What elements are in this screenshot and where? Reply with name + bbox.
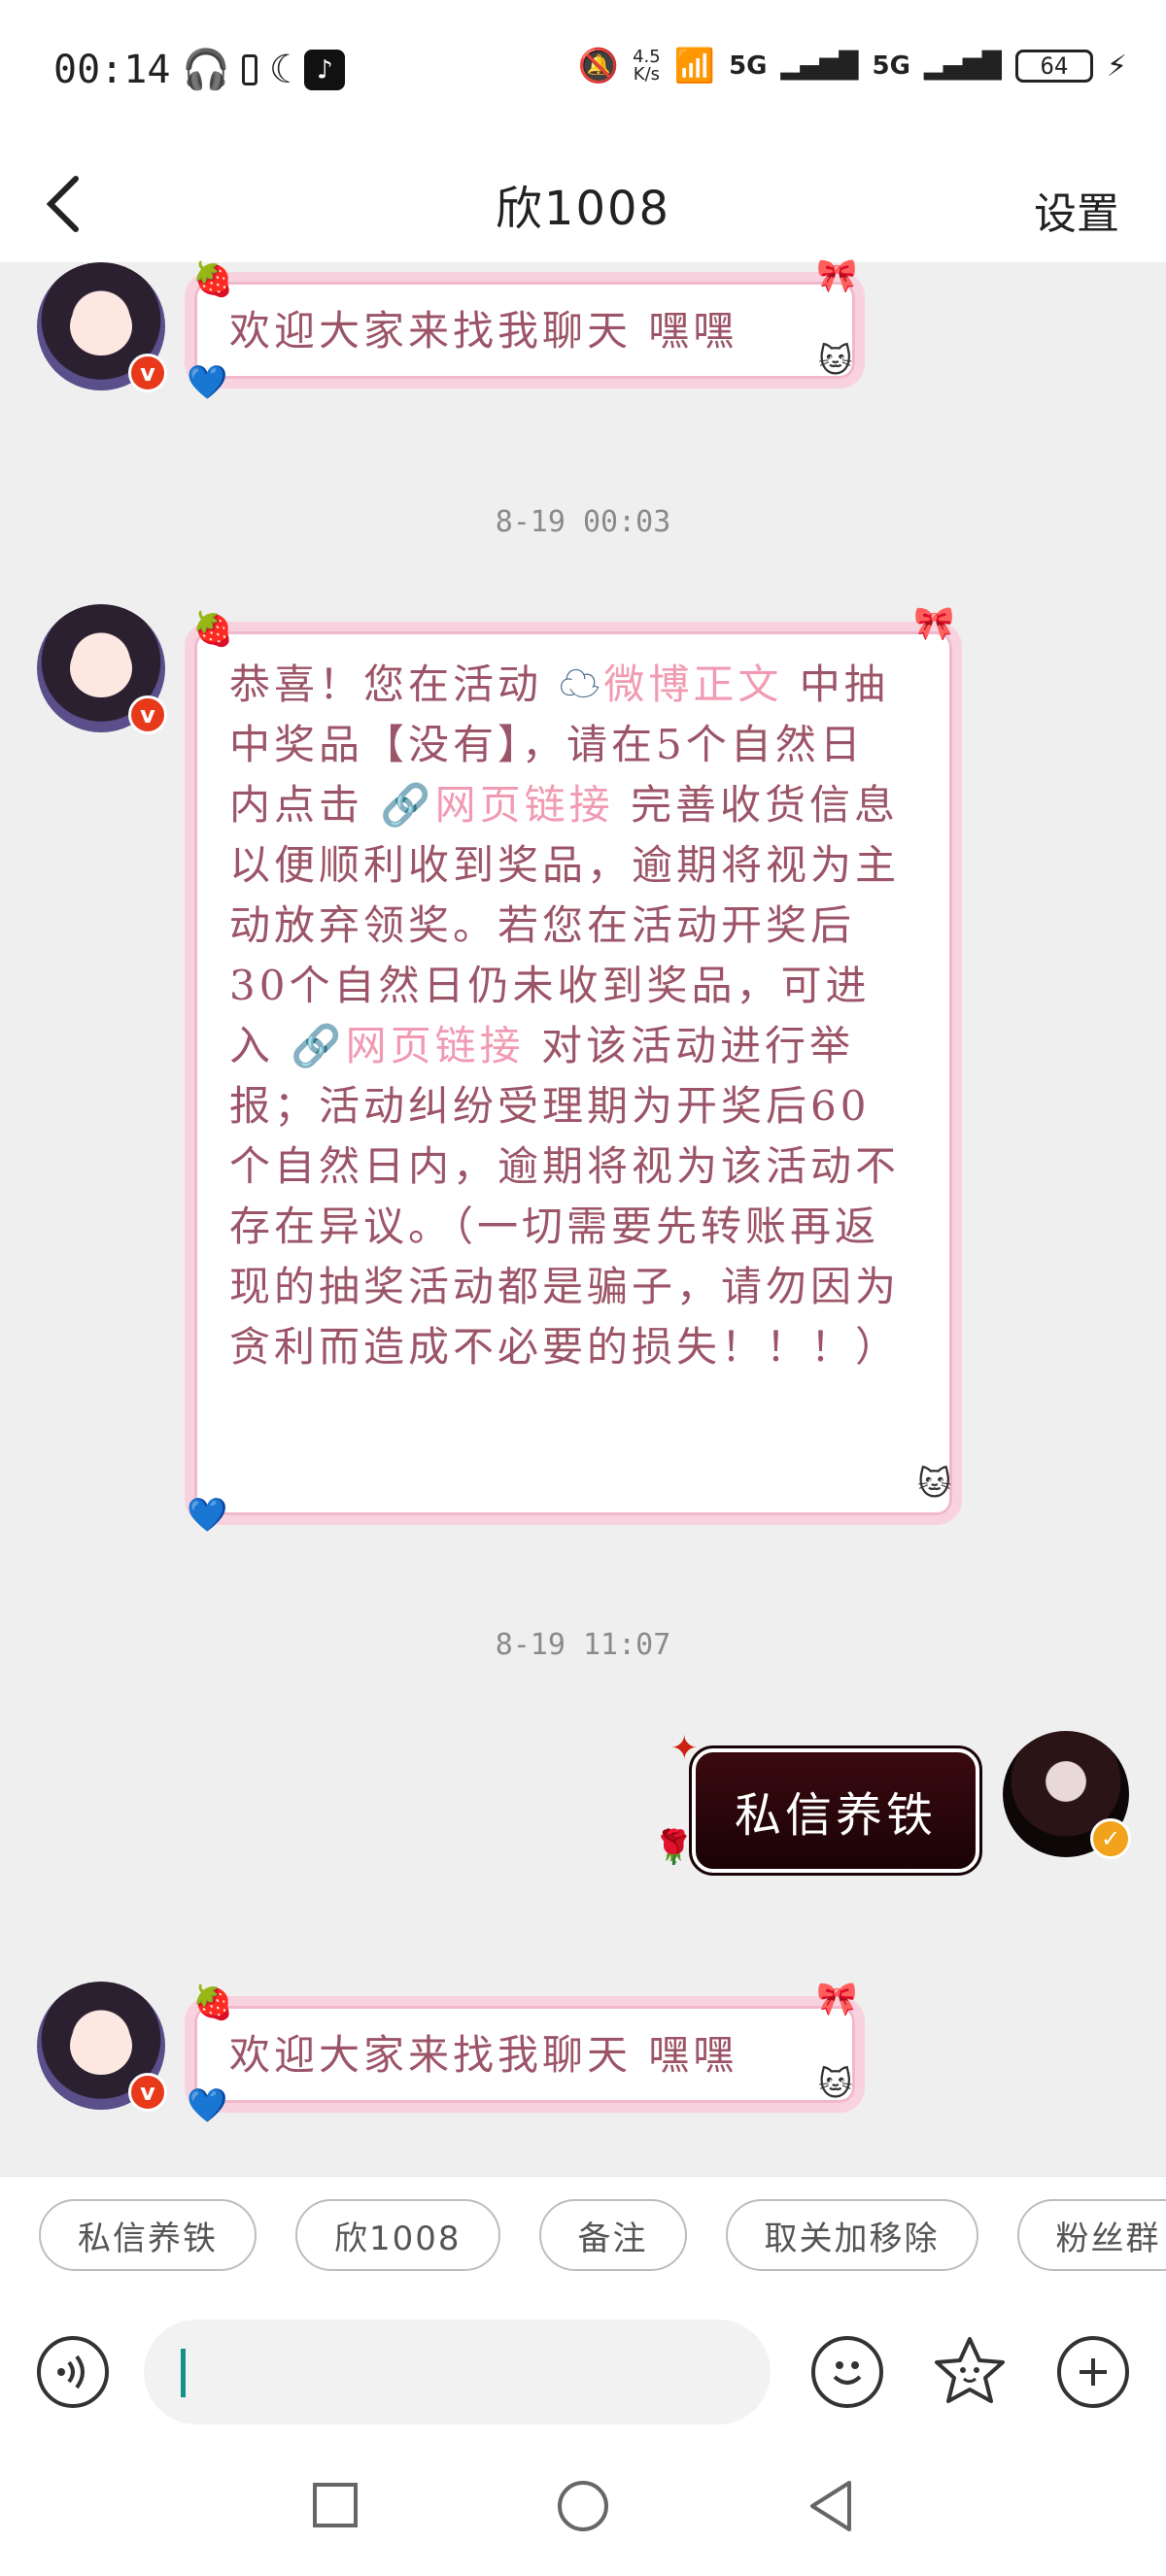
system-nav-bar	[0, 2438, 1166, 2576]
link-icon: 🔗	[380, 781, 435, 829]
moon-icon: ☾	[269, 47, 293, 92]
webpage-link[interactable]: 🔗网页链接	[380, 781, 613, 829]
my-avatar[interactable]: ✓	[1003, 1731, 1131, 1859]
message-text: 私信养铁	[734, 1788, 937, 1843]
bow-icon: 🎀	[816, 256, 858, 295]
input-bar	[0, 2302, 1166, 2438]
quick-reply-bar: 私信养铁 欣1008 备注 取关加移除 粉丝群	[0, 2176, 1166, 2303]
quick-reply-chip[interactable]: 粉丝群	[1016, 2199, 1166, 2271]
tiktok-icon: ♪	[304, 49, 346, 90]
back-button[interactable]	[39, 173, 97, 235]
settings-button[interactable]: 设置	[1034, 179, 1119, 241]
timestamp: 8-19 00:03	[495, 505, 671, 539]
link-icon: 🔗	[291, 1022, 346, 1069]
kitty-icon: 🐱	[917, 1465, 952, 1504]
net-speed: 4.5 K/s	[633, 47, 661, 85]
strawberry-icon: 🍓	[192, 260, 234, 299]
emoji-button[interactable]	[811, 2336, 883, 2408]
verified-badge-icon: v	[128, 354, 167, 392]
kitty-icon: 🐱	[818, 342, 853, 381]
battery-saver-icon	[242, 53, 258, 85]
weibo-post-link[interactable]: ☁微博正文	[559, 661, 782, 708]
star-face-icon	[935, 2337, 1005, 2403]
bow-icon: 🎀	[816, 1980, 858, 2018]
signal-bars-icon: ▂▄▆█	[780, 51, 859, 81]
bow-icon: 🎀	[913, 604, 955, 643]
message-text: 恭喜！您在活动 ☁微博正文 中抽中奖品【没有】，请在5个自然日内点击 🔗网页链接…	[229, 661, 901, 1371]
text-cursor	[181, 2349, 186, 2397]
sparkle-icon: ✦	[670, 1729, 699, 1768]
signal-1: 5G	[729, 51, 768, 81]
weibo-icon: ☁	[559, 661, 604, 708]
sender-avatar[interactable]: v	[37, 604, 167, 734]
signal-bars-icon: ▂▄▆█	[923, 51, 1002, 81]
heart-icon: 💙	[187, 1496, 228, 1535]
timestamp: 8-19 11:07	[495, 1628, 671, 1662]
quick-reply-chip[interactable]: 备注	[538, 2199, 687, 2271]
wifi-icon: 📶	[673, 47, 716, 85]
plus-icon	[1080, 2358, 1107, 2386]
mute-icon: 🔕	[577, 47, 620, 85]
verified-badge-icon: v	[128, 2073, 167, 2112]
quick-reply-chip[interactable]: 欣1008	[295, 2199, 500, 2271]
voice-icon	[57, 2355, 85, 2390]
recent-apps-button[interactable]	[313, 2483, 358, 2527]
back-nav-button[interactable]	[806, 2479, 855, 2533]
message-bubble[interactable]: 欢迎大家来找我聊天 嘿嘿	[185, 272, 865, 389]
add-button[interactable]	[1057, 2336, 1129, 2408]
sender-avatar[interactable]: v	[37, 262, 167, 392]
quick-reply-chip[interactable]: 取关加移除	[725, 2199, 978, 2271]
verified-badge-icon: v	[128, 695, 167, 734]
my-message-bubble[interactable]: 私信养铁	[689, 1746, 982, 1876]
message-text: 欢迎大家来找我聊天 嘿嘿	[229, 307, 738, 355]
voice-button[interactable]	[37, 2336, 109, 2408]
battery-icon: 64	[1014, 50, 1093, 83]
status-bar: 00:14 🎧 ☾ ♪ 🔕 4.5 K/s 📶 5G ▂▄▆█ 5G ▂▄▆█ …	[0, 0, 1166, 146]
rose-icon: 🌹	[653, 1828, 695, 1867]
webpage-link[interactable]: 🔗网页链接	[291, 1022, 524, 1069]
heart-icon: 💙	[187, 363, 228, 402]
sender-avatar[interactable]: v	[37, 1982, 167, 2112]
chevron-left-icon	[46, 176, 79, 232]
page-title: 欣1008	[495, 182, 671, 236]
charging-icon: ⚡	[1106, 49, 1127, 84]
sticker-button[interactable]	[931, 2333, 1009, 2411]
chat-list[interactable]: v 欢迎大家来找我聊天 嘿嘿 🍓 🎀 💙 🐱 8-19 00:03 v 恭喜！您…	[0, 256, 1166, 2176]
nav-bar: 欣1008 设置	[0, 146, 1166, 262]
message-bubble[interactable]: 欢迎大家来找我聊天 嘿嘿	[185, 1996, 865, 2113]
strawberry-icon: 🍓	[192, 610, 234, 649]
status-time: 00:14	[53, 47, 171, 92]
home-button[interactable]	[558, 2481, 608, 2531]
triangle-back-icon	[810, 2481, 851, 2531]
heart-icon: 💙	[187, 2086, 228, 2125]
strawberry-icon: 🍓	[192, 1983, 234, 2022]
verified-badge-icon: ✓	[1090, 1818, 1131, 1859]
message-text: 欢迎大家来找我聊天 嘿嘿	[229, 2031, 738, 2079]
smiley-icon	[833, 2361, 862, 2385]
message-input[interactable]	[144, 2320, 771, 2424]
headphones-icon: 🎧	[182, 48, 231, 92]
message-bubble[interactable]: 恭喜！您在活动 ☁微博正文 中抽中奖品【没有】，请在5个自然日内点击 🔗网页链接…	[185, 622, 962, 1525]
signal-2: 5G	[872, 51, 910, 81]
kitty-icon: 🐱	[818, 2065, 853, 2104]
quick-reply-chip[interactable]: 私信养铁	[39, 2199, 257, 2271]
